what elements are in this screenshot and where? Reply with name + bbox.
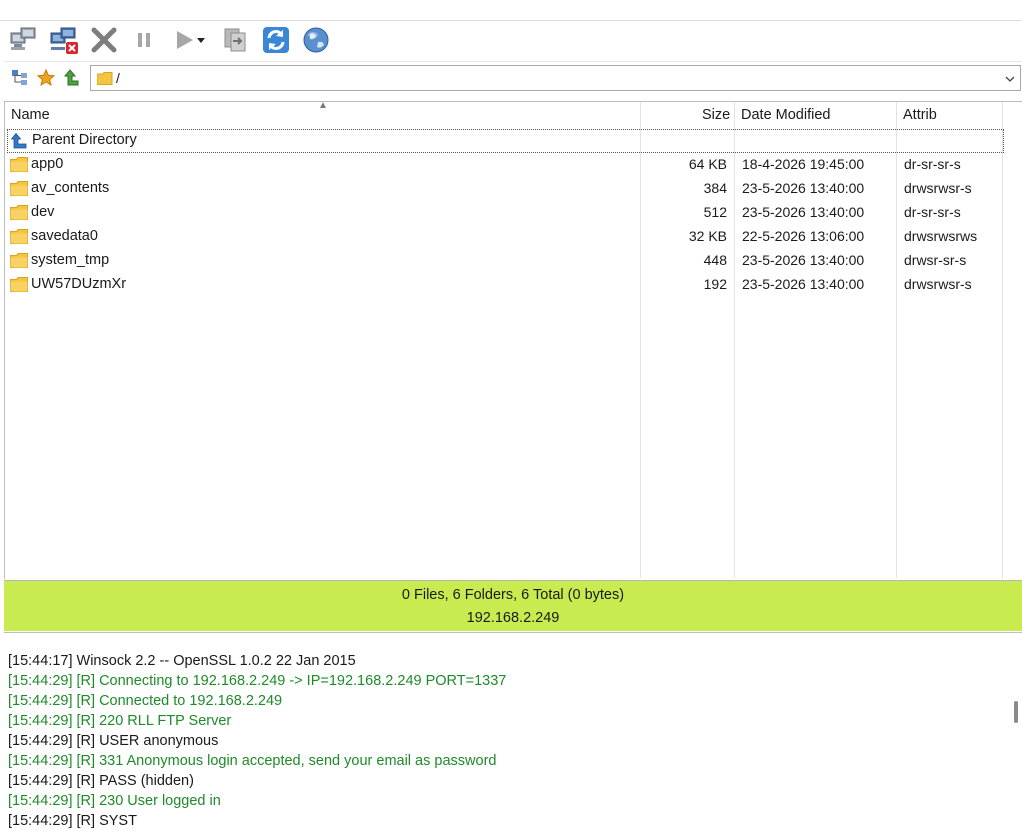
log-scrollbar-thumb[interactable] bbox=[1014, 701, 1018, 723]
folder-icon bbox=[10, 229, 28, 247]
column-size[interactable]: Size bbox=[702, 102, 730, 128]
file-name: system_tmp bbox=[31, 252, 110, 268]
up-arrow-icon bbox=[10, 132, 27, 152]
file-attrib: drwsrwsrws bbox=[904, 228, 978, 244]
up-directory-button[interactable] bbox=[62, 68, 82, 90]
status-host: 192.168.2.249 bbox=[466, 610, 560, 626]
folder-icon bbox=[96, 72, 113, 88]
log-pane[interactable]: [15:44:17] Winsock 2.2 -- OpenSSL 1.0.2 … bbox=[4, 632, 1022, 834]
star-icon bbox=[36, 68, 56, 90]
file-size: 64 KB bbox=[688, 156, 727, 172]
file-name: UW57DUzmXr bbox=[31, 276, 127, 292]
path-text: / bbox=[116, 70, 120, 86]
favorites-button[interactable] bbox=[36, 68, 56, 90]
file-name: app0 bbox=[31, 156, 64, 172]
refresh-button[interactable] bbox=[260, 24, 292, 56]
toolbar bbox=[4, 21, 1022, 59]
pause-icon bbox=[129, 25, 159, 55]
dropdown-arrow-icon bbox=[196, 35, 206, 45]
file-size: 384 bbox=[703, 180, 727, 196]
queue-icon bbox=[221, 25, 251, 55]
globe-icon bbox=[301, 25, 331, 55]
disconnect-button[interactable] bbox=[48, 24, 80, 56]
file-size: 192 bbox=[703, 276, 727, 292]
tree-icon bbox=[11, 69, 29, 90]
web-button[interactable] bbox=[300, 24, 332, 56]
log-line: [15:44:29] [R] SYST bbox=[8, 813, 137, 829]
table-row[interactable]: savedata0 32 KB 22-5-2026 13:06:00 drwsr… bbox=[5, 225, 1005, 249]
file-size: 32 KB bbox=[688, 228, 727, 244]
folder-icon bbox=[10, 205, 28, 223]
log-line: [15:44:29] [R] 230 User logged in bbox=[8, 793, 221, 809]
file-attrib: drwsrwsr-s bbox=[904, 276, 972, 292]
file-name: dev bbox=[31, 204, 55, 220]
disconnect-icon bbox=[49, 25, 79, 55]
file-attrib: dr-sr-sr-s bbox=[904, 204, 961, 220]
log-line: [15:44:29] [R] 220 RLL FTP Server bbox=[8, 713, 232, 729]
refresh-icon bbox=[261, 25, 291, 55]
file-date: 23-5-2026 13:40:00 bbox=[742, 204, 865, 220]
up-arrow-icon bbox=[63, 68, 81, 90]
window-top-strip bbox=[0, 0, 1022, 21]
table-row[interactable]: UW57DUzmXr 192 23-5-2026 13:40:00 drwsrw… bbox=[5, 273, 1005, 297]
file-date: 23-5-2026 13:40:00 bbox=[742, 180, 865, 196]
column-header: ▲ Name Size Date Modified Attrib bbox=[5, 100, 1022, 128]
file-date: 18-4-2026 19:45:00 bbox=[742, 156, 865, 172]
file-date: 23-5-2026 13:40:00 bbox=[742, 252, 865, 268]
table-row[interactable]: av_contents 384 23-5-2026 13:40:00 drwsr… bbox=[5, 177, 1005, 201]
file-attrib: drwsr-sr-s bbox=[904, 252, 967, 268]
chevron-down-icon[interactable] bbox=[1004, 72, 1016, 88]
column-date-modified[interactable]: Date Modified bbox=[741, 102, 830, 128]
play-dropdown-button[interactable] bbox=[194, 24, 208, 56]
log-line: [15:44:29] [R] Connected to 192.168.2.24… bbox=[8, 693, 283, 709]
sort-ascending-icon: ▲ bbox=[318, 100, 328, 111]
file-attrib: drwsrwsr-s bbox=[904, 180, 972, 196]
log-line: [15:44:29] [R] PASS (hidden) bbox=[8, 773, 194, 789]
column-attrib[interactable]: Attrib bbox=[903, 102, 937, 128]
parent-directory-label: Parent Directory bbox=[32, 132, 137, 148]
status-bar: 0 Files, 6 Folders, 6 Total (0 bytes) 19… bbox=[4, 580, 1022, 631]
folder-icon bbox=[10, 253, 28, 271]
queue-button[interactable] bbox=[220, 24, 252, 56]
table-row[interactable]: dev 512 23-5-2026 13:40:00 dr-sr-sr-s bbox=[5, 201, 1005, 225]
pause-button[interactable] bbox=[128, 24, 160, 56]
log-line: [15:44:29] [R] 331 Anonymous login accep… bbox=[8, 753, 497, 769]
file-name: av_contents bbox=[31, 180, 110, 196]
table-row[interactable]: app0 64 KB 18-4-2026 19:45:00 dr-sr-sr-s bbox=[5, 153, 1005, 177]
address-bar: / bbox=[4, 61, 1022, 96]
log-line: [15:44:29] [R] USER anonymous bbox=[8, 733, 219, 749]
file-attrib: dr-sr-sr-s bbox=[904, 156, 961, 172]
connect-button[interactable] bbox=[8, 24, 40, 56]
log-line: [15:44:29] [R] Connecting to 192.168.2.2… bbox=[8, 673, 507, 689]
log-line: [15:44:17] Winsock 2.2 -- OpenSSL 1.0.2 … bbox=[8, 653, 356, 669]
file-list: ▲ Name Size Date Modified Attrib Parent … bbox=[4, 100, 1022, 579]
status-summary: 0 Files, 6 Folders, 6 Total (0 bytes) bbox=[401, 587, 625, 603]
file-name: savedata0 bbox=[31, 228, 98, 244]
file-date: 23-5-2026 13:40:00 bbox=[742, 276, 865, 292]
x-icon bbox=[89, 25, 119, 55]
parent-directory-row[interactable]: Parent Directory bbox=[7, 129, 1004, 153]
path-combobox[interactable]: / bbox=[90, 65, 1021, 91]
column-name[interactable]: Name bbox=[11, 102, 50, 128]
connect-icon bbox=[9, 25, 39, 55]
file-date: 22-5-2026 13:06:00 bbox=[742, 228, 865, 244]
table-row[interactable]: system_tmp 448 23-5-2026 13:40:00 drwsr-… bbox=[5, 249, 1005, 273]
folder-icon bbox=[10, 157, 28, 175]
tree-view-button[interactable] bbox=[10, 69, 30, 89]
abort-button[interactable] bbox=[88, 24, 120, 56]
file-size: 448 bbox=[703, 252, 727, 268]
file-size: 512 bbox=[703, 204, 727, 220]
folder-icon bbox=[10, 277, 28, 295]
folder-icon bbox=[10, 181, 28, 199]
